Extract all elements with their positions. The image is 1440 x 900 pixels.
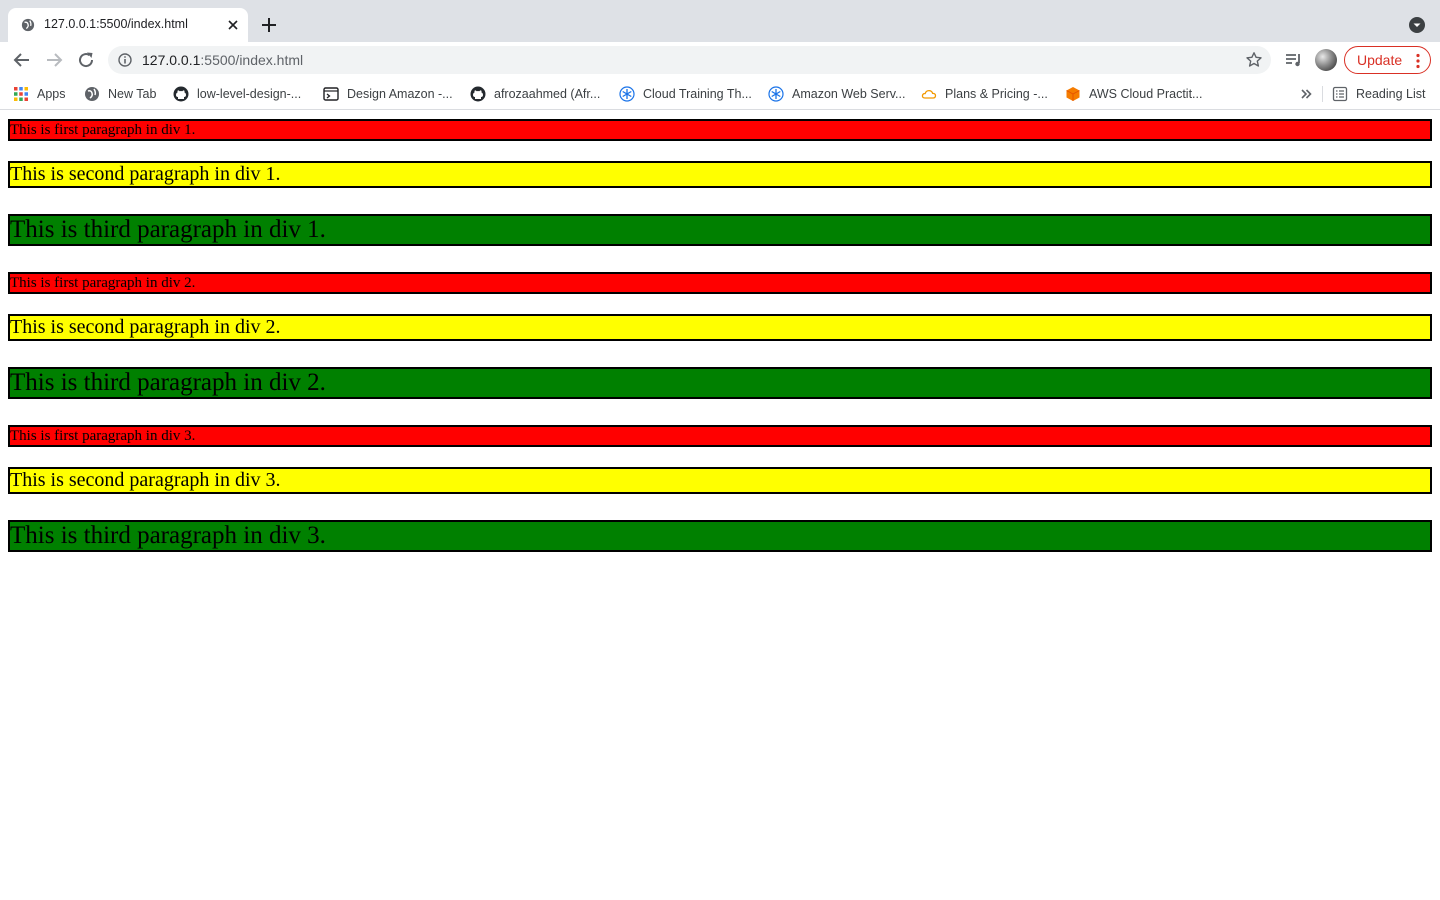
bookmark-label: afrozaahmed (Afr... (494, 86, 601, 101)
chevron-double-right-icon[interactable] (1298, 86, 1314, 102)
bookmark-label: Plans & Pricing -... (945, 86, 1048, 101)
paragraph-third: This is third paragraph in div 2. (8, 367, 1432, 399)
cube-icon (1066, 86, 1080, 101)
paragraph-second: This is second paragraph in div 3. (8, 467, 1432, 494)
paragraph-third: This is third paragraph in div 1. (8, 214, 1432, 246)
paragraph-first: This is first paragraph in div 3. (8, 425, 1432, 447)
bookmarks-divider (1322, 86, 1323, 102)
back-arrow-icon[interactable] (12, 50, 32, 70)
update-button[interactable]: Update (1344, 46, 1431, 74)
bookmark-label: Apps (37, 86, 66, 101)
bookmark-cloud-training[interactable]: Cloud Training Th... (619, 78, 752, 109)
cloud-icon (921, 89, 937, 99)
bookmark-label: Cloud Training Th... (643, 86, 752, 101)
bookmark-afrozaahmed[interactable]: afrozaahmed (Afr... (470, 78, 600, 109)
address-bar[interactable]: 127.0.0.1:5500/index.html (108, 46, 1271, 74)
paragraph-first: This is first paragraph in div 2. (8, 272, 1432, 294)
url-path: :5500/index.html (200, 52, 304, 68)
paragraph-first: This is first paragraph in div 1. (8, 119, 1432, 141)
tab-title: 127.0.0.1:5500/index.html (44, 17, 188, 31)
reading-list-button[interactable]: Reading List (1332, 78, 1426, 109)
paragraph-second: This is second paragraph in div 2. (8, 314, 1432, 341)
new-tab-icon[interactable] (260, 16, 278, 34)
reading-list-icon (1332, 86, 1348, 101)
bookmark-label: Amazon Web Serv... (792, 86, 906, 101)
profile-avatar[interactable] (1315, 49, 1337, 71)
snowflake-icon (768, 85, 784, 102)
apps-grid-icon (14, 86, 28, 101)
snowflake-icon (619, 85, 635, 102)
github-icon (173, 86, 189, 101)
globe-icon (21, 18, 35, 32)
bookmark-label: AWS Cloud Practit... (1089, 86, 1203, 101)
bookmark-apps[interactable]: Apps (13, 78, 66, 109)
bookmark-new-tab[interactable]: New Tab (84, 78, 156, 109)
div-3: This is first paragraph in div 3. This i… (8, 425, 1432, 552)
bookmark-label: New Tab (108, 86, 157, 101)
div-1: This is first paragraph in div 1. This i… (8, 119, 1432, 246)
info-icon[interactable] (118, 53, 132, 67)
bookmark-label: Design Amazon -... (347, 86, 453, 101)
tab-search-icon[interactable] (1408, 16, 1426, 34)
browser-toolbar: 127.0.0.1:5500/index.html Update (0, 42, 1440, 78)
more-vert-icon[interactable] (1415, 53, 1421, 69)
bookmark-design-amazon[interactable]: Design Amazon -... (323, 78, 453, 109)
bookmark-low-level-design[interactable]: low-level-design-... (173, 78, 301, 109)
media-control-icon[interactable] (1284, 50, 1304, 70)
bookmarks-bar: Apps New Tab low-level-design-... Design… (0, 78, 1440, 110)
reload-icon[interactable] (76, 50, 96, 70)
github-icon (470, 86, 486, 101)
bookmark-plans-pricing[interactable]: Plans & Pricing -... (921, 78, 1048, 109)
update-label: Update (1357, 52, 1403, 68)
bookmark-label: low-level-design-... (197, 86, 302, 101)
tab-strip: 127.0.0.1:5500/index.html (0, 0, 1440, 42)
forward-arrow-icon[interactable] (44, 50, 64, 70)
paragraph-third: This is third paragraph in div 3. (8, 520, 1432, 552)
bookmark-amazon-web-services[interactable]: Amazon Web Serv... (768, 78, 905, 109)
terminal-icon (323, 86, 339, 101)
close-icon[interactable] (225, 17, 241, 33)
browser-tab[interactable]: 127.0.0.1:5500/index.html (8, 8, 248, 42)
page-content: This is first paragraph in div 1. This i… (0, 110, 1440, 900)
url-host: 127.0.0.1 (142, 52, 201, 68)
paragraph-second: This is second paragraph in div 1. (8, 161, 1432, 188)
globe-icon (85, 86, 99, 101)
reading-list-label: Reading List (1356, 86, 1426, 101)
div-2: This is first paragraph in div 2. This i… (8, 272, 1432, 399)
bookmark-star-icon[interactable] (1245, 51, 1263, 69)
bookmark-aws-cloud-practitioner[interactable]: AWS Cloud Practit... (1065, 78, 1202, 109)
url-text[interactable]: 127.0.0.1:5500/index.html (142, 52, 303, 68)
